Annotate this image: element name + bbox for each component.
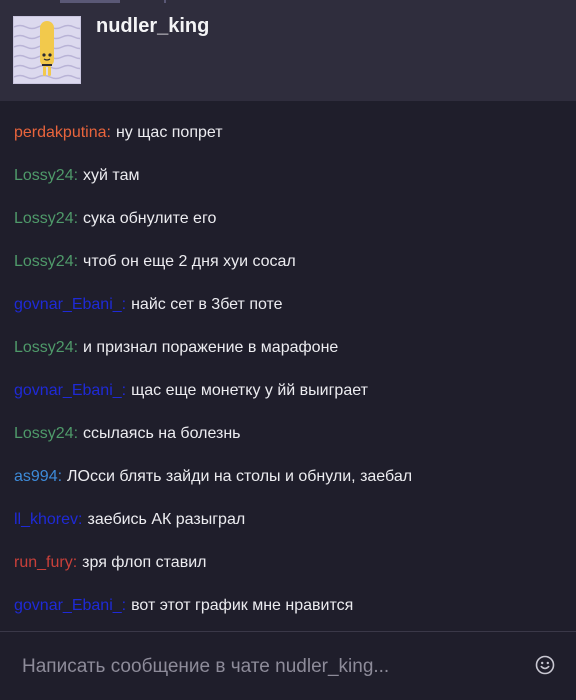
chat-username[interactable]: Lossy24:	[14, 210, 78, 227]
chat-message: Lossy24: ссылаясь на болезнь	[14, 424, 241, 444]
chat-message-text: вот этот график мне нравится	[131, 597, 354, 614]
chat-message-text: и признал поражение в марафоне	[83, 339, 339, 356]
chat-username[interactable]: Lossy24:	[14, 339, 78, 356]
chat-username[interactable]: perdakputina:	[14, 124, 111, 141]
chat-message: perdakputina: ну щас попрет	[14, 123, 223, 143]
chat-message: ll_khorev: заебись АК разыграл	[14, 510, 245, 530]
chat-message-text: ссылаясь на болезнь	[83, 425, 241, 442]
chat-message: run_fury: зря флоп ставил	[14, 553, 206, 573]
chat-message: govnar_Ebani_: найс сет в 3бет поте	[14, 295, 283, 315]
chat-username[interactable]: as994:	[14, 468, 62, 485]
scroll-indicator	[60, 0, 120, 3]
chat-message-text: зря флоп ставил	[82, 554, 207, 571]
chat-username[interactable]: govnar_Ebani_:	[14, 296, 126, 313]
chat-username[interactable]: run_fury:	[14, 554, 77, 571]
chat-username[interactable]: ll_khorev:	[14, 511, 82, 528]
avatar-mascot-icon	[14, 21, 80, 80]
chat-message-text: щас еще монетку у йй выиграет	[131, 382, 368, 399]
chat-message-text: ЛОсси блять зайди на столы и обнули, зае…	[67, 468, 413, 485]
scroll-indicator-tail	[164, 0, 166, 3]
chat-message-text: хуй там	[83, 167, 140, 184]
chat-message-text: найс сет в 3бет поте	[131, 296, 283, 313]
chat-message: govnar_Ebani_: вот этот график мне нравит…	[14, 596, 353, 616]
chat-message: Lossy24: сука обнулите его	[14, 209, 216, 229]
chat-username[interactable]: Lossy24:	[14, 425, 78, 442]
chat-input-bar	[0, 632, 576, 700]
chat-username[interactable]: govnar_Ebani_:	[14, 382, 126, 399]
chat-message: Lossy24: чтоб он еще 2 дня хуи сосал	[14, 252, 296, 272]
chat-input[interactable]	[20, 654, 524, 680]
chat-message-text: ну щас попрет	[115, 124, 223, 141]
chat-message: Lossy24: и признал поражение в марафоне	[14, 338, 338, 358]
chat-messages[interactable]: perdakputina: ну щас попрет Lossy24: хуй т…	[0, 101, 576, 631]
chat-message: Lossy24: хуй там	[14, 166, 139, 186]
chat-username[interactable]: Lossy24:	[14, 253, 78, 270]
chat-message: govnar_Ebani_: щас еще монетку у йй выигр…	[14, 381, 368, 401]
chat-message-text: заебись АК разыграл	[87, 511, 246, 528]
emoji-smile-icon[interactable]	[535, 655, 555, 675]
channel-avatar[interactable]	[13, 16, 81, 84]
channel-name[interactable]: nudler_king	[96, 15, 209, 38]
chat-message: as994: ЛОсси блять зайди на столы и обнул…	[14, 467, 412, 487]
chat-username[interactable]: govnar_Ebani_:	[14, 597, 126, 614]
chat-message-text: чтоб он еще 2 дня хуи сосал	[83, 253, 296, 270]
chat-username[interactable]: Lossy24:	[14, 167, 78, 184]
channel-header: nudler_king	[0, 0, 576, 101]
chat-message-text: сука обнулите его	[83, 210, 217, 227]
